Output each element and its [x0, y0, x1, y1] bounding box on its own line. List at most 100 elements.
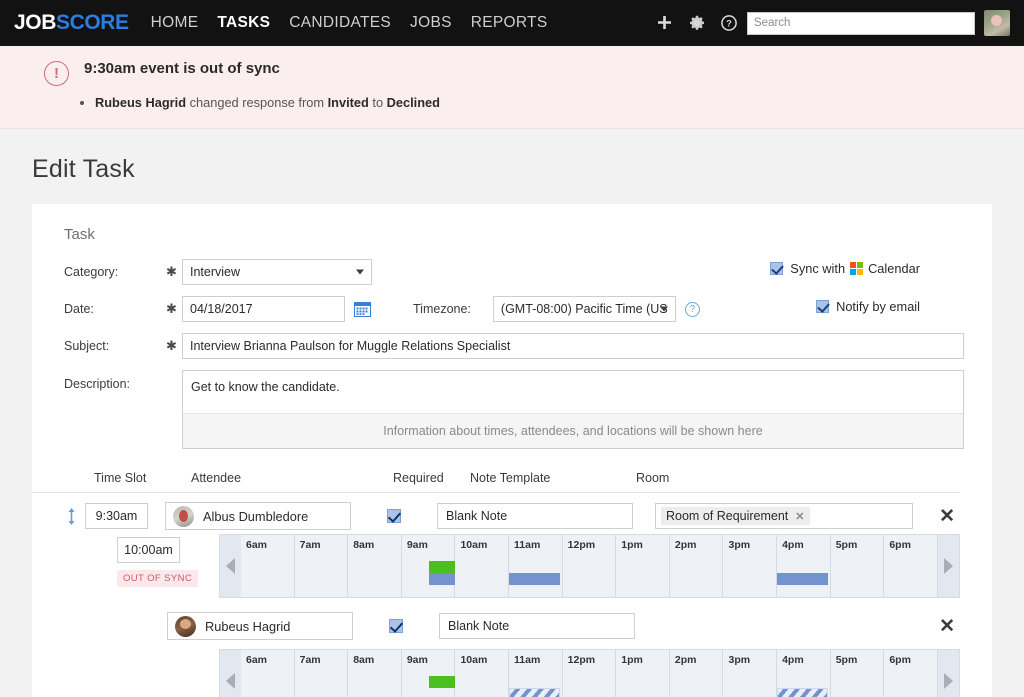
- timeline-grid[interactable]: 6am 7am 8am 9am 10am 11am 12pm 1pm 2pm 3pm 4pm 5pm 6…: [241, 534, 938, 598]
- timeline-hour-cell[interactable]: 6am: [241, 650, 295, 697]
- end-time-input[interactable]: [117, 537, 180, 563]
- timeline-hour-label: 1pm: [621, 539, 643, 551]
- timeline-hour-label: 6am: [246, 539, 268, 551]
- timeline-scroll-right[interactable]: [938, 649, 960, 697]
- alert-change-text: changed response from: [186, 95, 328, 110]
- timeline-hour-cell[interactable]: 11am: [509, 535, 563, 597]
- plus-icon[interactable]: [656, 15, 673, 32]
- date-input[interactable]: [182, 296, 345, 322]
- sync-calendar-checkbox[interactable]: [770, 262, 784, 275]
- timeline-hour-cell[interactable]: 6am: [241, 535, 295, 597]
- timeline-hour-label: 8am: [353, 539, 375, 551]
- timeline-hour-cell[interactable]: 1pm: [616, 650, 670, 697]
- alert-from-status: Invited: [327, 95, 369, 110]
- nav-link-candidates[interactable]: CANDIDATES: [289, 14, 391, 32]
- timeline-scroll-left[interactable]: [219, 649, 241, 697]
- nav-icon-group: ?: [656, 15, 737, 32]
- attendee-select[interactable]: Rubeus Hagrid: [167, 612, 353, 640]
- remove-attendee-button[interactable]: ✕: [939, 617, 955, 636]
- timeline-hour-cell[interactable]: 10am: [455, 650, 510, 697]
- remove-room-icon[interactable]: ✕: [795, 510, 804, 523]
- column-header-room: Room: [636, 471, 670, 485]
- timeline-busy-block: [428, 676, 456, 688]
- timeline-hour-label: 1pm: [621, 654, 643, 666]
- timeline-hour-cell[interactable]: 5pm: [831, 535, 885, 597]
- column-header-attendee: Attendee: [191, 471, 242, 485]
- logo-score-text: SCORE: [55, 11, 129, 34]
- subject-input[interactable]: [182, 333, 964, 359]
- timeline-hour-label: 7am: [299, 654, 321, 666]
- nav-link-home[interactable]: HOME: [151, 14, 199, 32]
- timeline-hour-cell[interactable]: 2pm: [670, 535, 724, 597]
- timeline-row-1: 6am 7am 8am 9am 10am 11am 12pm 1pm 2pm 3pm 4pm 5pm 6…: [219, 534, 960, 598]
- task-section-title: Task: [64, 226, 95, 243]
- timeline-hour-label: 3pm: [728, 654, 751, 666]
- timeline-hour-cell[interactable]: 5pm: [831, 650, 885, 697]
- timeline-hour-cell[interactable]: 12pm: [563, 650, 617, 697]
- avatar-hagrid: [175, 615, 196, 637]
- note-template-select[interactable]: Blank Note: [439, 613, 635, 639]
- remove-attendee-button[interactable]: ✕: [939, 507, 955, 526]
- nav-link-reports[interactable]: REPORTS: [471, 14, 548, 32]
- timeline-hour-cell[interactable]: 9am: [402, 650, 456, 697]
- timeline-hour-label: 9am: [406, 654, 428, 666]
- timezone-help-icon[interactable]: ?: [684, 301, 700, 317]
- description-label: Description:: [64, 377, 130, 391]
- required-cell: [351, 509, 437, 523]
- timeline-hour-cell[interactable]: 1pm: [616, 535, 670, 597]
- alert-join-text: to: [368, 95, 387, 110]
- timeline-scroll-right[interactable]: [938, 534, 960, 598]
- timeline-scroll-left[interactable]: [219, 534, 241, 598]
- category-select[interactable]: Interview: [182, 259, 372, 285]
- search-input[interactable]: [747, 11, 975, 35]
- timeline-hour-cell[interactable]: 10am: [455, 535, 510, 597]
- timeline-hour-cell[interactable]: 7am: [295, 535, 349, 597]
- user-avatar[interactable]: [984, 10, 1010, 36]
- alert-title: 9:30am event is out of sync: [84, 60, 280, 77]
- timezone-select[interactable]: (GMT-08:00) Pacific Time (US: [492, 296, 676, 322]
- drag-handle-icon[interactable]: [64, 507, 78, 525]
- nav-link-tasks[interactable]: TASKS: [217, 14, 270, 32]
- timeline-busy-block: [777, 688, 829, 697]
- room-input[interactable]: Room of Requirement ✕: [655, 503, 913, 529]
- column-header-required: Required: [393, 471, 444, 485]
- timeline-hour-cell[interactable]: 4pm: [777, 535, 831, 597]
- description-textarea[interactable]: Get to know the candidate. Information a…: [182, 370, 964, 449]
- required-checkbox[interactable]: [387, 509, 401, 523]
- date-label: Date:: [64, 302, 94, 316]
- timeline-hour-cell[interactable]: 8am: [348, 535, 402, 597]
- timeline-hour-cell[interactable]: 7am: [295, 650, 349, 697]
- attendee-select[interactable]: Albus Dumbledore: [165, 502, 351, 530]
- required-cell: [353, 619, 439, 633]
- timeline-hour-cell[interactable]: 2pm: [670, 650, 724, 697]
- timeline-grid[interactable]: 6am 7am 8am 9am 10am 11am 12pm 1pm 2pm 3pm 4pm 5pm 6…: [241, 649, 938, 697]
- timeline-hour-cell[interactable]: 3pm: [723, 650, 778, 697]
- required-checkbox[interactable]: [389, 619, 403, 633]
- description-field-row: Description: Get to know the candidate. …: [32, 370, 992, 449]
- timeline-hour-label: 8am: [353, 654, 375, 666]
- attendee-name: Rubeus Hagrid: [205, 618, 291, 634]
- timeline-hour-label: 11am: [514, 539, 541, 551]
- timeline-hour-label: 5pm: [835, 539, 858, 551]
- timeline-hour-cell[interactable]: 8am: [348, 650, 402, 697]
- timeline-hour-label: 6pm: [889, 539, 911, 551]
- gear-icon[interactable]: [689, 15, 705, 31]
- calendar-icon[interactable]: [354, 301, 371, 317]
- nav-link-jobs[interactable]: JOBS: [410, 14, 452, 32]
- room-name: Room of Requirement: [666, 509, 789, 523]
- notify-email-group: Notify by email: [816, 299, 920, 314]
- start-time-input[interactable]: [85, 503, 148, 529]
- timeline-hour-cell[interactable]: 12pm: [563, 535, 617, 597]
- microsoft-logo-icon: [850, 262, 864, 275]
- nav-links: HOME TASKS CANDIDATES JOBS REPORTS: [151, 14, 548, 32]
- timeline-hour-label: 6pm: [889, 654, 911, 666]
- note-template-select[interactable]: Blank Note: [437, 503, 633, 529]
- notify-email-checkbox[interactable]: [816, 300, 830, 313]
- timeline-hour-cell[interactable]: 6pm: [884, 535, 938, 597]
- timeline-hour-label: 10am: [460, 654, 488, 666]
- description-hint: Information about times, attendees, and …: [183, 413, 963, 448]
- jobscore-logo[interactable]: JOBSCORE: [14, 11, 129, 35]
- timeline-hour-cell[interactable]: 3pm: [723, 535, 778, 597]
- timeline-hour-cell[interactable]: 6pm: [884, 650, 938, 697]
- help-icon[interactable]: ?: [721, 15, 737, 31]
